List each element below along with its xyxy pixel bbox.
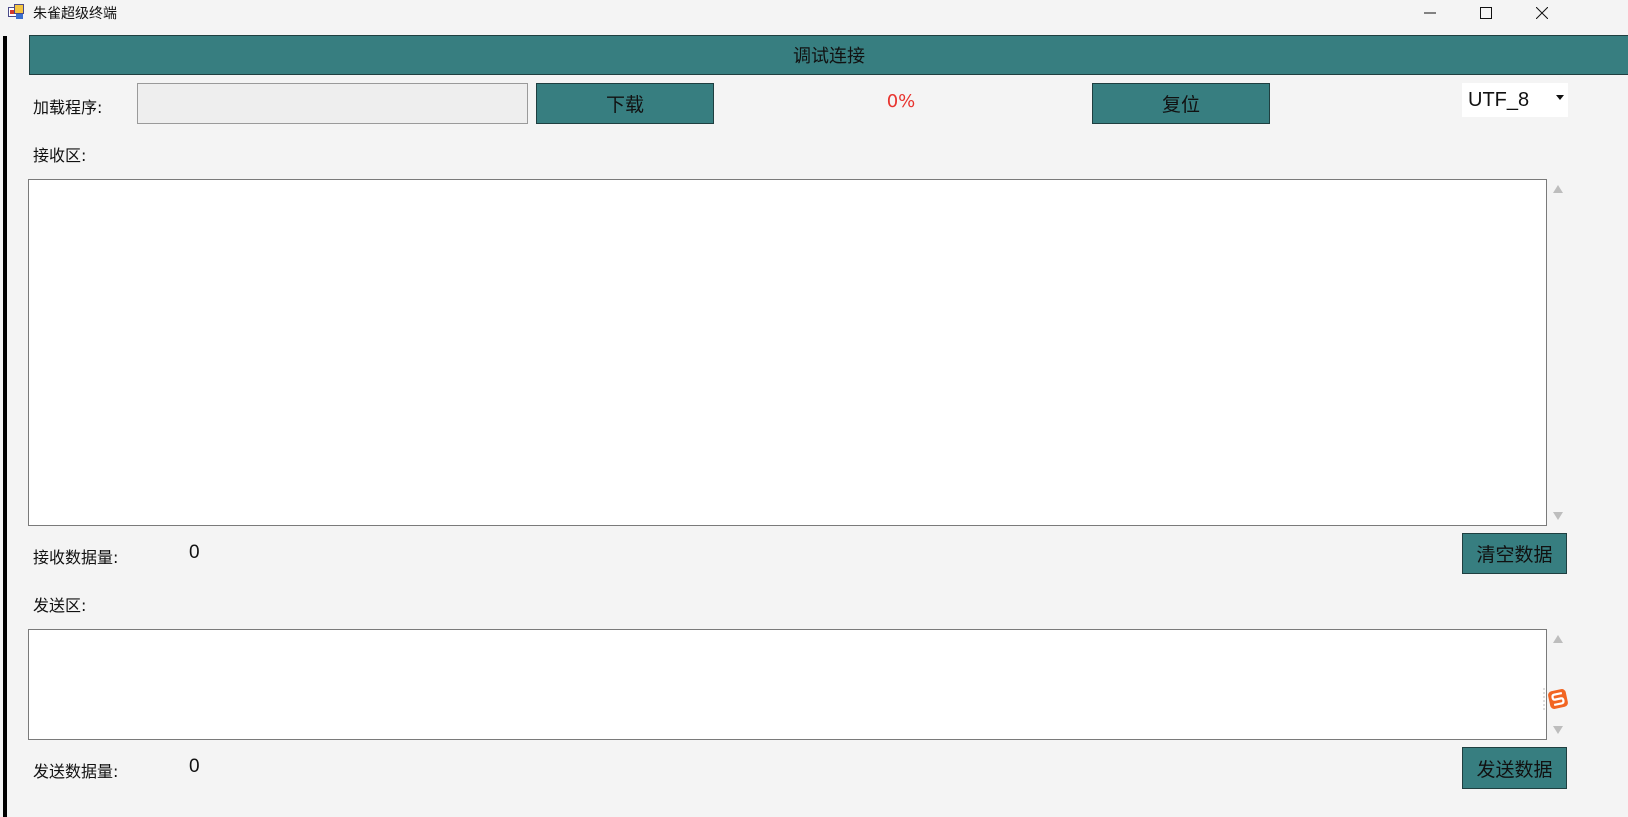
scroll-up-icon[interactable] <box>1553 635 1563 643</box>
send-textarea[interactable] <box>28 629 1547 740</box>
maximize-button[interactable] <box>1458 0 1514 26</box>
encoding-value: UTF_8 <box>1468 88 1530 111</box>
ime-sogou-icon[interactable] <box>1543 686 1569 712</box>
encoding-select[interactable]: UTF_8 <box>1462 83 1568 117</box>
scroll-down-icon[interactable] <box>1553 512 1563 520</box>
scroll-down-icon[interactable] <box>1553 726 1563 734</box>
clear-data-button[interactable]: 清空数据 <box>1462 533 1567 574</box>
download-button[interactable]: 下载 <box>536 83 714 124</box>
title-bar: 朱雀超级终端 <box>0 0 1628 26</box>
send-scrollbar[interactable] <box>1548 629 1568 740</box>
receive-area-label: 接收区: <box>33 146 87 165</box>
debug-connect-button[interactable]: 调试连接 <box>29 35 1628 75</box>
receive-count-value: 0 <box>189 542 200 563</box>
receive-scrollbar[interactable] <box>1548 179 1568 526</box>
minimize-icon <box>1424 7 1436 19</box>
close-icon <box>1536 7 1548 19</box>
receive-textarea[interactable] <box>28 179 1547 526</box>
program-path-field[interactable] <box>137 83 528 124</box>
minimize-button[interactable] <box>1402 0 1458 26</box>
dropdown-arrow-icon <box>1556 95 1564 100</box>
load-program-label: 加载程序: <box>33 98 103 117</box>
window-left-border <box>3 36 7 817</box>
scroll-up-icon[interactable] <box>1553 185 1563 193</box>
send-count-label: 发送数据量: <box>33 762 119 781</box>
close-button[interactable] <box>1514 0 1570 26</box>
send-area-label: 发送区: <box>33 596 87 615</box>
maximize-icon <box>1480 7 1492 19</box>
send-data-button[interactable]: 发送数据 <box>1462 747 1567 789</box>
send-count-value: 0 <box>189 756 200 777</box>
receive-count-label: 接收数据量: <box>33 548 119 567</box>
app-icon <box>8 4 24 20</box>
window-title: 朱雀超级终端 <box>33 6 117 22</box>
download-progress-text: 0% <box>886 91 916 112</box>
reset-button[interactable]: 复位 <box>1092 83 1270 124</box>
